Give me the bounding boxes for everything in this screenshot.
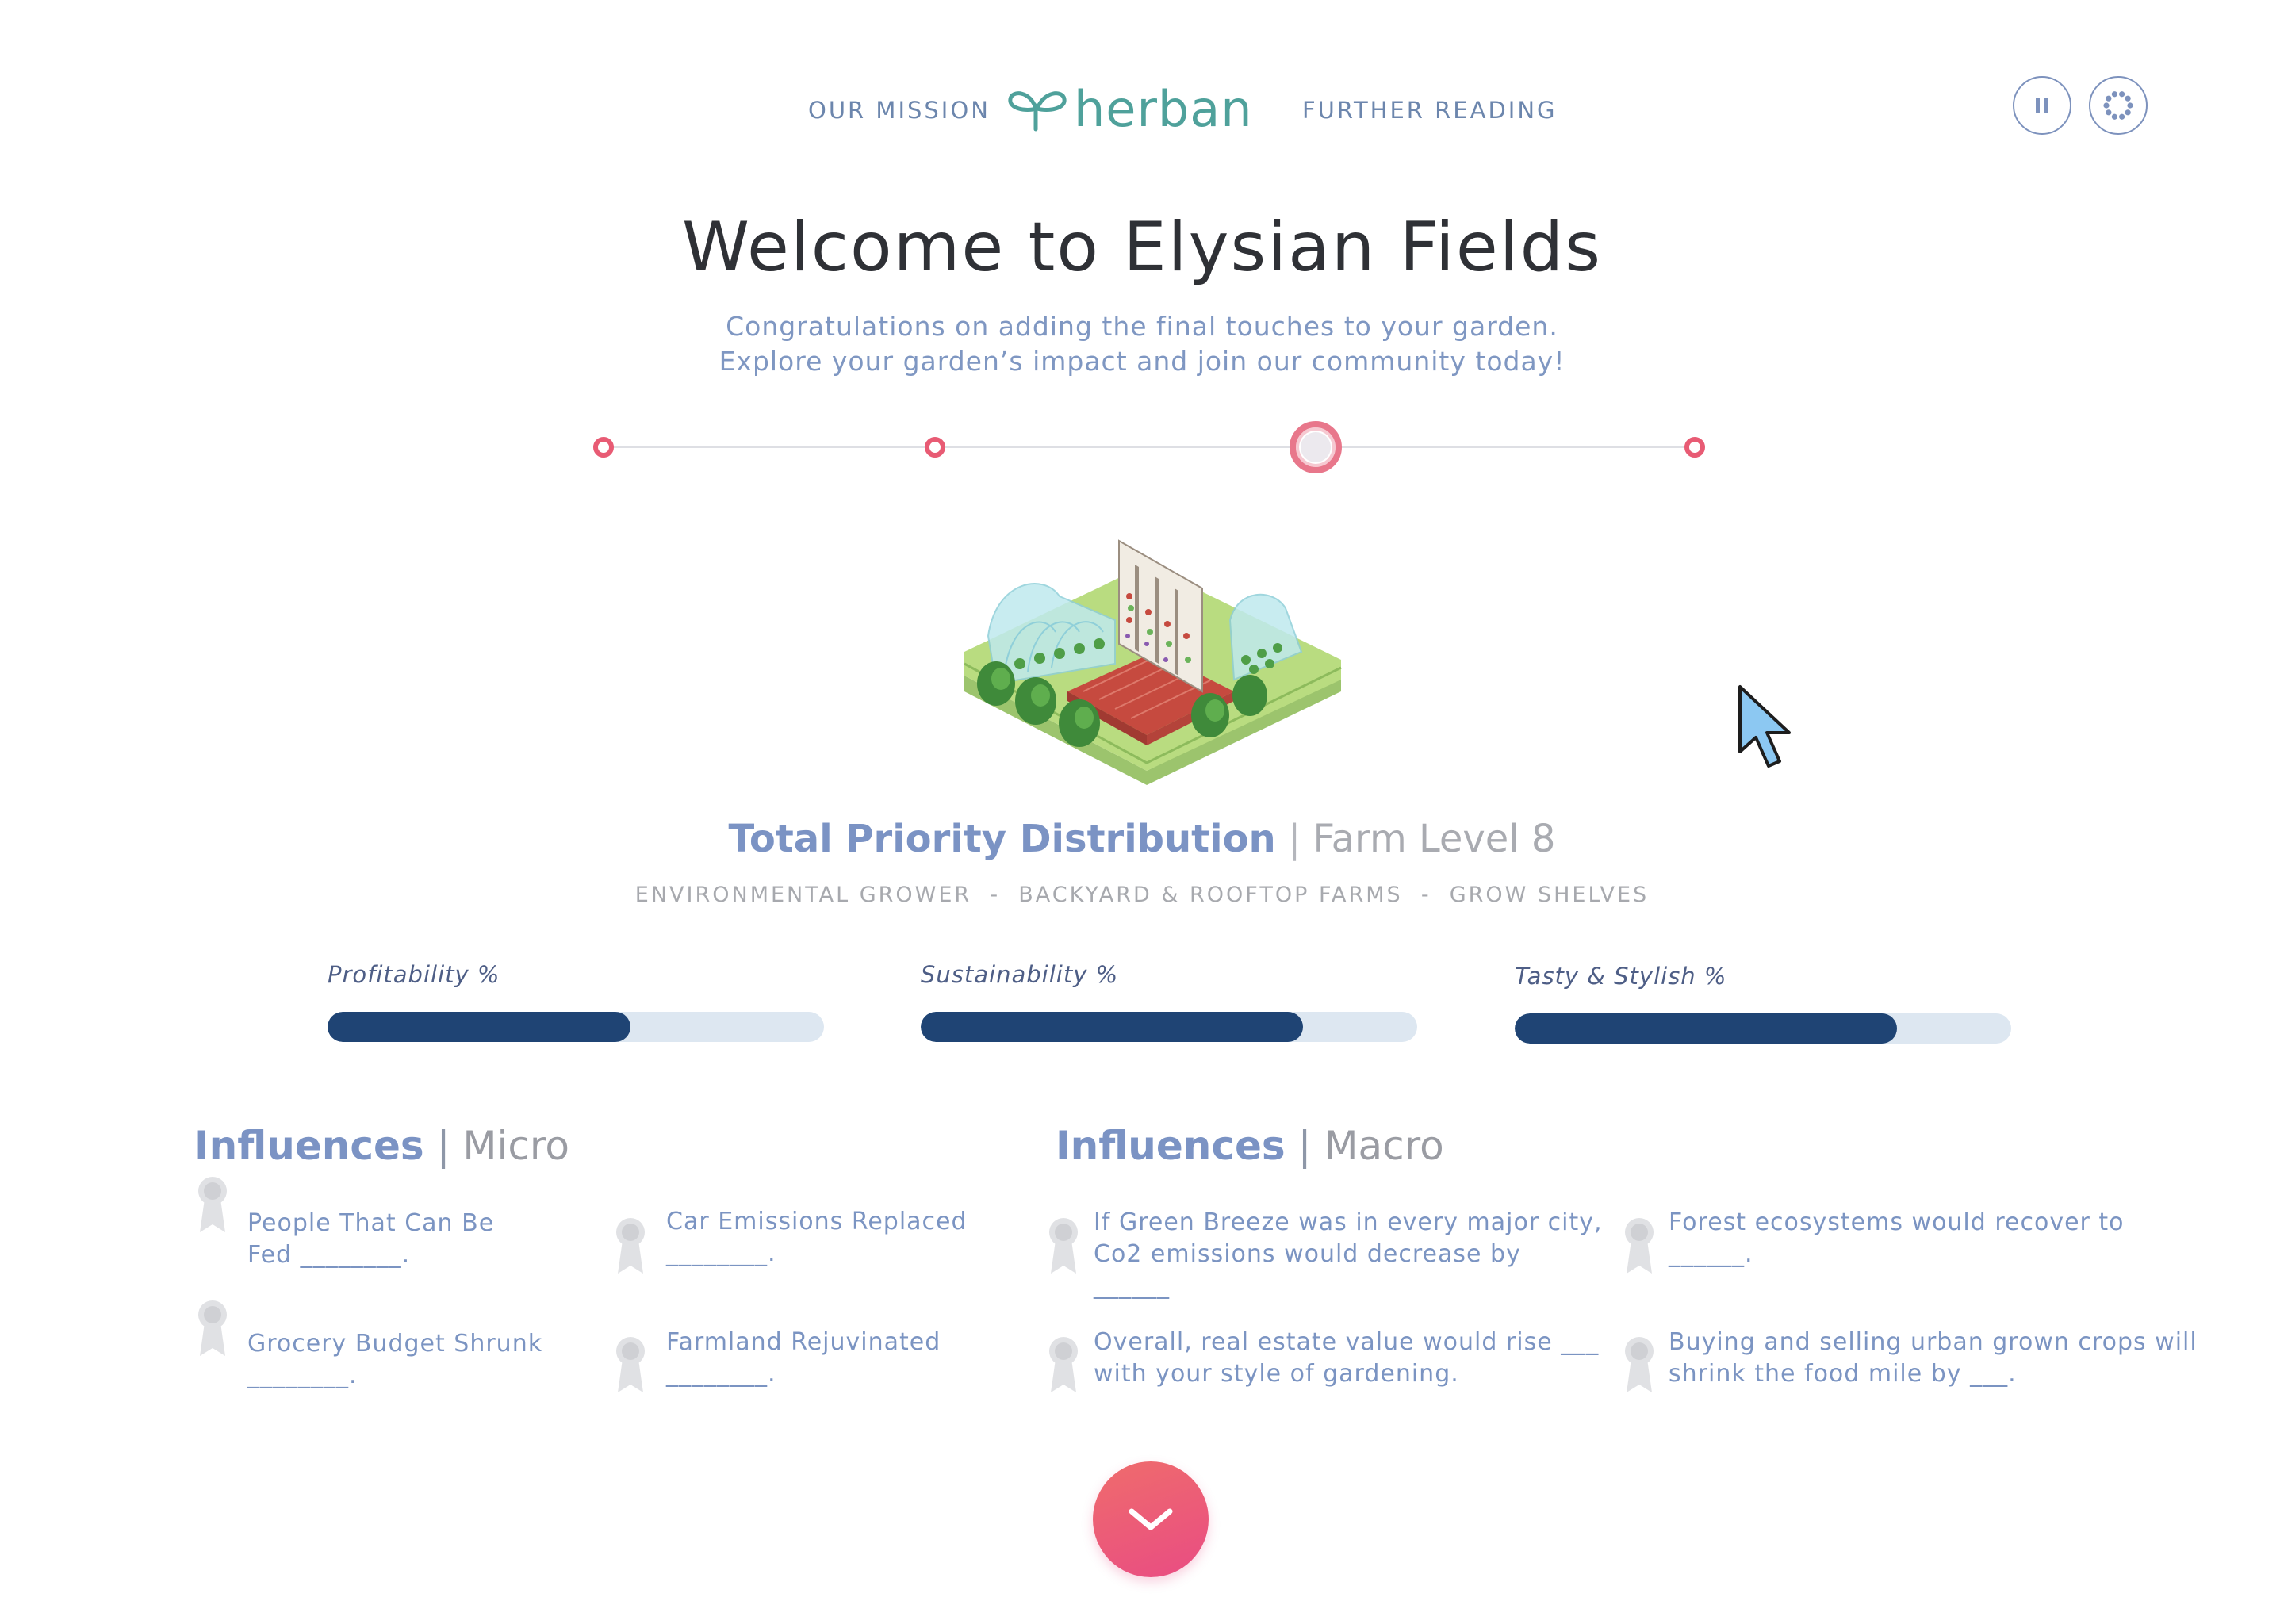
tasty-stylish-label: Tasty & Stylish % (1515, 963, 1727, 990)
macro-item-2-line1: Forest ecosystems would recover to (1669, 1208, 2125, 1236)
sustainability-label: Sustainability % (921, 961, 1119, 988)
scroll-down-button[interactable] (1093, 1461, 1209, 1577)
award-ribbon-icon (1625, 1218, 1654, 1274)
priority-title: Total Priority Distribution (728, 817, 1276, 861)
sustainability-bar (921, 1012, 1417, 1042)
herban-logo[interactable]: herban (1007, 79, 1277, 138)
macro-item-co2: If Green Breeze was in every major city,… (1094, 1207, 1603, 1302)
step-2[interactable] (925, 437, 945, 458)
micro-item-2-line1: Car Emissions Replaced (666, 1208, 968, 1235)
micro-item-3-line2: ________. (247, 1362, 358, 1389)
micro-item-car-emissions: Car Emissions Replaced ________. (666, 1206, 968, 1270)
subtitle-line-2: Explore your garden’s impact and join ou… (719, 346, 1565, 377)
macro-item-food-mile: Buying and selling urban grown crops wil… (1669, 1327, 2198, 1390)
influences-macro-sep: | (1297, 1123, 1312, 1169)
sustainability-bar-fill (921, 1012, 1304, 1042)
award-ribbon-icon (616, 1337, 645, 1392)
macro-item-forest: Forest ecosystems would recover to _____… (1669, 1207, 2125, 1270)
influences-micro-subtitle: Micro (462, 1123, 569, 1169)
influences-micro-heading: Influences | Micro (194, 1123, 569, 1169)
step-4[interactable] (1684, 437, 1705, 458)
dots-ring-icon (2103, 91, 2133, 120)
award-ribbon-icon (1625, 1337, 1654, 1392)
award-ribbon-icon (616, 1218, 645, 1274)
influences-macro-heading: Influences | Macro (1056, 1123, 1444, 1169)
profitability-label: Profitability % (328, 961, 500, 988)
award-ribbon-icon (1049, 1337, 1078, 1392)
macro-item-1-line2: Co2 emissions would decrease by (1094, 1240, 1521, 1268)
micro-item-4-line1: Farmland Rejuvinated (666, 1328, 941, 1356)
profitability-bar-fill (328, 1012, 630, 1042)
progress-track (604, 446, 1691, 448)
micro-item-4-line2: ________. (666, 1360, 776, 1388)
sprout-icon (1008, 91, 1067, 132)
influences-macro-title: Influences (1056, 1123, 1286, 1169)
macro-item-real-estate: Overall, real estate value would rise __… (1094, 1327, 1599, 1390)
priority-heading: Total Priority Distribution | Farm Level… (0, 817, 2284, 861)
influences-micro-title: Influences (194, 1123, 424, 1169)
macro-item-1-line3: ______ (1094, 1272, 1170, 1300)
page-title: Welcome to Elysian Fields (681, 208, 1603, 287)
step-1[interactable] (593, 437, 614, 458)
tasty-stylish-bar (1515, 1013, 2011, 1044)
chevron-down-icon (1129, 1508, 1173, 1530)
award-ribbon-icon (198, 1300, 227, 1356)
loading-button[interactable] (2089, 76, 2148, 135)
mouse-cursor-icon (1738, 685, 1791, 768)
influences-macro-subtitle: Macro (1324, 1123, 1444, 1169)
macro-item-2-line2: ______. (1669, 1240, 1753, 1268)
nav-further-reading[interactable]: FURTHER READING (1302, 97, 1558, 124)
micro-item-3-line1: Grocery Budget Shrunk (247, 1330, 543, 1358)
micro-item-grocery-budget: Grocery Budget Shrunk ________. (247, 1328, 542, 1392)
macro-item-3-line2: with your style of gardening. (1094, 1360, 1459, 1388)
isometric-urban-farm-illustration (964, 539, 1342, 785)
micro-item-2-line2: ________. (666, 1239, 776, 1267)
step-3-active[interactable] (1290, 421, 1342, 473)
nav-our-mission[interactable]: OUR MISSION (808, 97, 991, 124)
micro-item-farmland: Farmland Rejuvinated ________. (666, 1327, 941, 1390)
profitability-bar (328, 1012, 824, 1042)
farm-level: Farm Level 8 (1313, 817, 1556, 861)
grower-tags: ENVIRONMENTAL GROWER - BACKYARD & ROOFTO… (634, 883, 1650, 907)
award-ribbon-icon (198, 1177, 227, 1232)
logo-wordmark: herban (1074, 79, 1253, 138)
macro-item-4-line2: shrink the food mile by ___. (1669, 1360, 2017, 1388)
micro-item-people-fed: People That Can Be Fed ________. (247, 1208, 494, 1271)
micro-item-1-line1: People That Can Be (247, 1209, 495, 1237)
subtitle-line-1: Congratulations on adding the final touc… (726, 311, 1558, 342)
pause-button[interactable] (2013, 76, 2071, 135)
priority-separator: | (1288, 817, 1301, 861)
influences-micro-sep: | (436, 1123, 450, 1169)
micro-item-1-line2: Fed ________. (247, 1241, 411, 1269)
macro-item-3-line1: Overall, real estate value would rise __… (1094, 1328, 1600, 1356)
tasty-stylish-bar-fill (1515, 1013, 1898, 1044)
macro-item-4-line1: Buying and selling urban grown crops wil… (1669, 1328, 2198, 1356)
pause-icon (2036, 98, 2048, 113)
award-ribbon-icon (1049, 1218, 1078, 1274)
macro-item-1-line1: If Green Breeze was in every major city, (1094, 1208, 1603, 1236)
